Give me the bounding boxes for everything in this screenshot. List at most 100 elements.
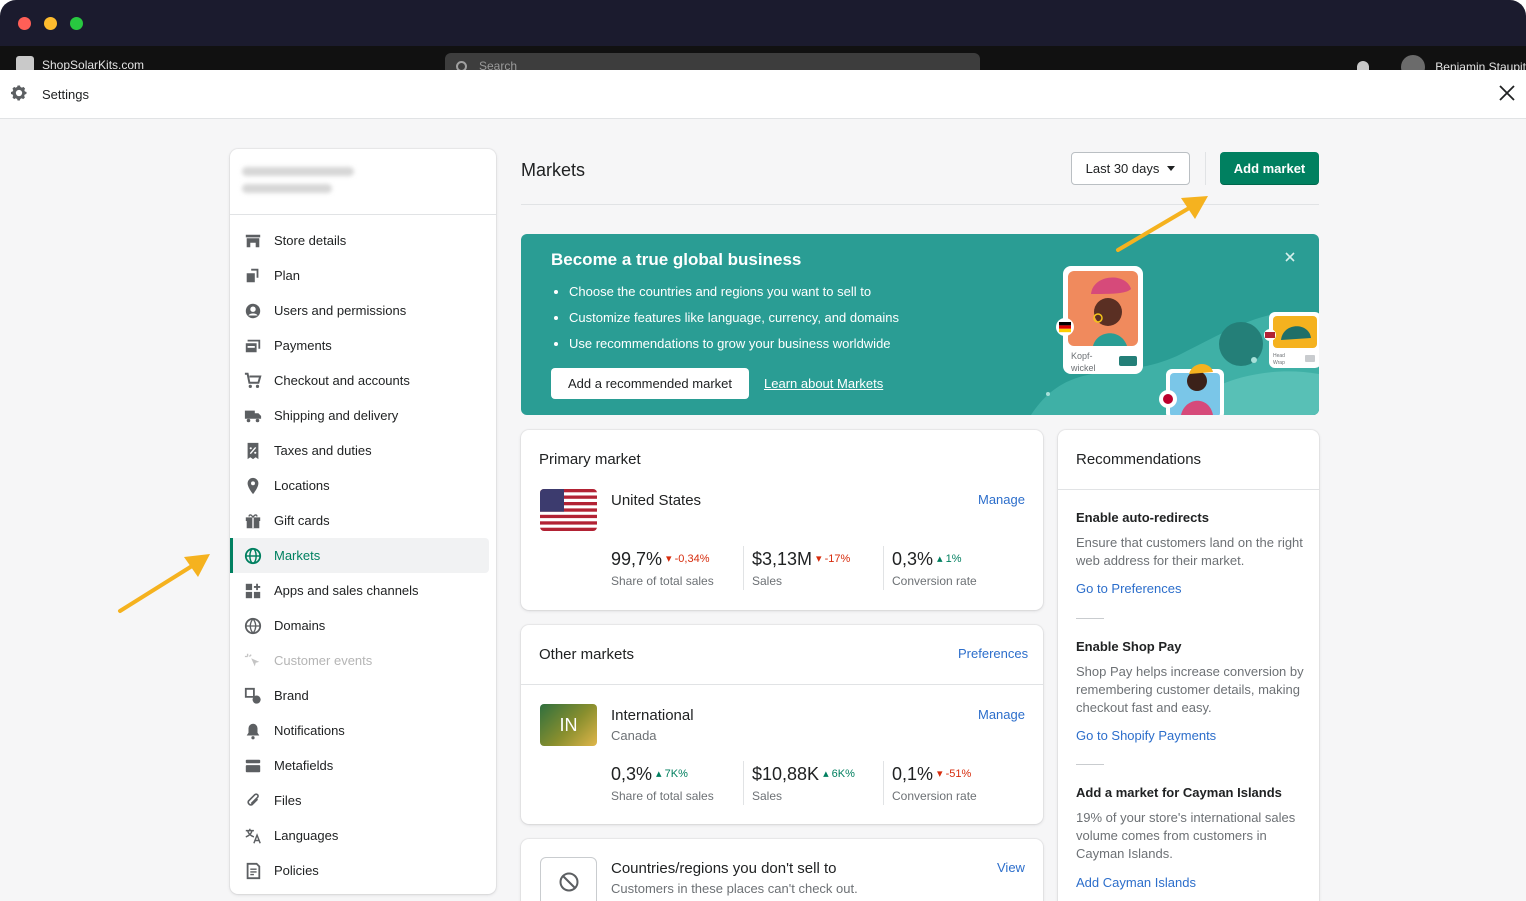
sidebar-item-shipping-and-delivery[interactable]: Shipping and delivery (230, 398, 489, 433)
metric-conversion: 0,1% ▾ -51% Conversion rate (892, 764, 977, 803)
user-name: Benjamin Staupit (1435, 60, 1526, 70)
sidebar-item-label: Languages (274, 828, 339, 843)
banner-bullet-list: Choose the countries and regions you wan… (551, 284, 899, 362)
metric-value: 0,3% (892, 549, 934, 569)
metric-value: 0,1% (892, 764, 934, 784)
add-cayman-islands-link[interactable]: Add Cayman Islands (1076, 875, 1196, 890)
sidebar-item-label: Payments (274, 338, 332, 353)
sidebar-item-label: Taxes and duties (274, 443, 372, 458)
close-icon[interactable] (1498, 84, 1516, 102)
banner-illustration: Kopf- wickel Head Wrap (1031, 266, 1319, 415)
truck-icon (244, 407, 262, 425)
maximize-window-button[interactable] (70, 17, 83, 30)
header-divider (1205, 152, 1206, 185)
policy-icon (244, 862, 262, 880)
metric-divider (883, 546, 884, 590)
paperclip-icon (244, 792, 262, 810)
not-selling-subtitle: Customers in these places can't check ou… (611, 881, 858, 896)
sidebar-item-label: Files (274, 793, 302, 808)
sidebar-item-notifications[interactable]: Notifications (230, 713, 489, 748)
metric-change-value: -0,34% (674, 553, 710, 565)
notification-bell-icon[interactable] (1357, 61, 1370, 70)
payments-icon (244, 337, 262, 355)
sidebar-item-gift-cards[interactable]: Gift cards (230, 503, 489, 538)
sidebar-item-domains[interactable]: Domains (230, 608, 489, 643)
recommendations-card: Recommendations Enable auto-redirects En… (1058, 430, 1319, 901)
banner-title: Become a true global business (551, 250, 802, 269)
metric-change: ▴ 7K% (656, 768, 688, 780)
recommendation-title: Enable Shop Pay (1076, 639, 1182, 654)
metric-label: Sales (752, 574, 783, 588)
metafields-icon (244, 757, 262, 775)
other-market-country: Canada (611, 728, 657, 743)
preferences-link[interactable]: Preferences (958, 646, 1028, 661)
sidebar-item-label: Apps and sales channels (274, 583, 419, 598)
metric-sales: $10,88K ▴ 6K% Sales (752, 764, 855, 803)
metric-change: ▴ 1% (937, 553, 962, 565)
sidebar-item-files[interactable]: Files (230, 783, 489, 818)
metric-change-value: 6K% (831, 768, 855, 780)
recommendation-text: 19% of your store's international sales … (1076, 810, 1296, 861)
sidebar-item-customer-events[interactable]: Customer events (230, 643, 489, 678)
sidebar-item-apps-and-sales-channels[interactable]: Apps and sales channels (230, 573, 489, 608)
minimize-window-button[interactable] (44, 17, 57, 30)
other-markets-heading: Other markets (539, 646, 635, 663)
metric-value: 99,7% (611, 549, 663, 569)
learn-about-markets-link[interactable]: Learn about Markets (764, 376, 883, 391)
page-title: Markets (521, 160, 586, 180)
add-market-button[interactable]: Add market (1220, 152, 1319, 185)
blocked-icon-frame (540, 857, 597, 901)
sidebar-item-markets[interactable]: Markets (230, 538, 489, 573)
go-to-preferences-link[interactable]: Go to Preferences (1076, 581, 1182, 596)
sidebar-item-label: Markets (274, 548, 321, 563)
date-range-button[interactable]: Last 30 days (1071, 152, 1190, 185)
admin-user-menu[interactable]: Benjamin Staupit (1357, 55, 1526, 70)
sidebar-item-store-details[interactable]: Store details (230, 223, 489, 258)
recommendation-separator (1076, 764, 1104, 765)
sidebar-item-label: Domains (274, 618, 326, 633)
metric-change: ▾ -17% (816, 553, 851, 565)
not-selling-title: Countries/regions you don't sell to (611, 860, 837, 877)
manage-primary-market-link[interactable]: Manage (978, 492, 1025, 507)
gear-icon (10, 85, 27, 101)
cursor-icon (244, 652, 262, 670)
sidebar-item-locations[interactable]: Locations (230, 468, 489, 503)
window-titlebar (0, 0, 1526, 46)
avatar (1401, 55, 1426, 70)
date-range-label: Last 30 days (1085, 161, 1160, 176)
sidebar-item-taxes-and-duties[interactable]: Taxes and duties (230, 433, 489, 468)
view-link[interactable]: View (997, 860, 1025, 875)
card-divider (521, 684, 1043, 685)
metric-value: $10,88K (752, 764, 820, 784)
manage-international-market-link[interactable]: Manage (978, 707, 1025, 722)
brand-icon (244, 687, 262, 705)
metric-value: $3,13M (752, 549, 813, 569)
sidebar-item-checkout-and-accounts[interactable]: Checkout and accounts (230, 363, 489, 398)
sidebar-item-payments[interactable]: Payments (230, 328, 489, 363)
metric-change-value: -51% (945, 768, 972, 780)
metric-change: ▾ -0,34% (666, 553, 710, 565)
go-to-shopify-payments-link[interactable]: Go to Shopify Payments (1076, 728, 1216, 743)
metric-divider (883, 761, 884, 805)
sidebar-item-policies[interactable]: Policies (230, 853, 489, 888)
admin-search-input[interactable]: Search (445, 53, 980, 70)
sidebar-item-label: Gift cards (274, 513, 330, 528)
close-window-button[interactable] (18, 17, 31, 30)
sidebar-item-languages[interactable]: Languages (230, 818, 489, 853)
metric-change: ▾ -51% (937, 768, 972, 780)
sidebar-item-metafields[interactable]: Metafields (230, 748, 489, 783)
metric-label: Share of total sales (611, 789, 714, 803)
metric-label: Conversion rate (892, 574, 977, 588)
add-recommended-market-button[interactable]: Add a recommended market (551, 368, 749, 399)
sidebar-item-brand[interactable]: Brand (230, 678, 489, 713)
sidebar-item-users-and-permissions[interactable]: Users and permissions (230, 293, 489, 328)
settings-header: Settings (0, 70, 1526, 119)
blurred-store-url (242, 184, 332, 193)
sidebar-item-plan[interactable]: Plan (230, 258, 489, 293)
store-switcher[interactable]: ShopSolarKits.com (16, 56, 144, 70)
plan-icon (244, 267, 262, 285)
metric-change-value: 7K% (664, 768, 688, 780)
card-divider (1058, 489, 1319, 490)
admin-top-bar: ShopSolarKits.com Search Benjamin Staupi… (0, 46, 1526, 70)
metric-label: Share of total sales (611, 574, 714, 588)
